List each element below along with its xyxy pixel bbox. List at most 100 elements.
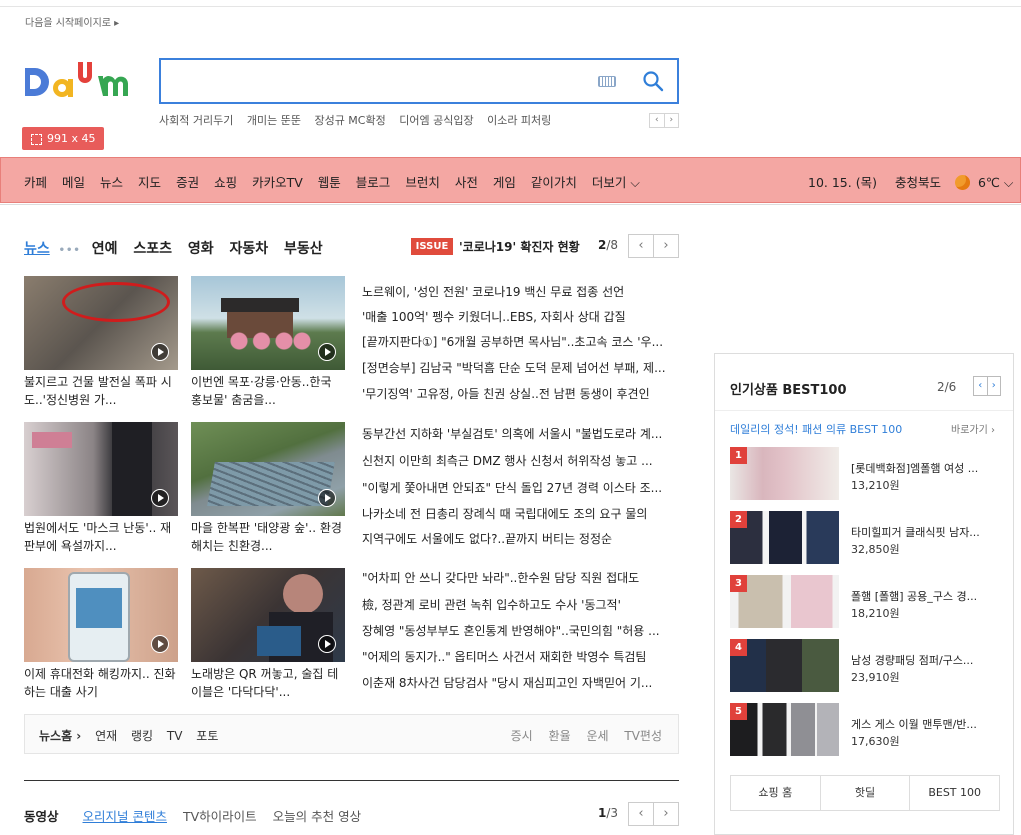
temperature-text: 6℃ ⌵ xyxy=(977,175,1014,190)
keyboard-icon[interactable] xyxy=(598,76,616,87)
nav-item-blog[interactable]: 블로그 xyxy=(356,172,391,191)
tv-link[interactable]: TV xyxy=(167,729,183,743)
best100-button[interactable]: BEST 100 xyxy=(909,776,999,810)
issue-link[interactable]: '코로나19' 확진자 현황 xyxy=(459,238,580,255)
product-image[interactable]: 3 xyxy=(730,575,839,628)
headline-link[interactable]: "어제의 동지가.." 옵티머스 사건서 재회한 박영수 특검팀 xyxy=(362,648,680,665)
rank-badge: 4 xyxy=(730,639,747,656)
keyword-item[interactable]: 개미는 뚠뚠 xyxy=(247,114,301,127)
headline-link[interactable]: 檢, 정관계 로비 관련 녹취 입수하고도 수사 '동그적' xyxy=(362,596,680,613)
start-page-link[interactable]: 다음을 시작페이지로 ▸ xyxy=(25,14,119,29)
headline-link[interactable]: "어차피 안 쓰니 갖다만 놔라"..한수원 담당 직원 접대도 xyxy=(362,569,680,586)
nav-item-shopping[interactable]: 쇼핑 xyxy=(214,172,237,191)
news-thumbnail[interactable] xyxy=(24,568,178,662)
tab-recommended-video[interactable]: 오늘의 추천 영상 xyxy=(273,809,361,824)
product-name[interactable]: [롯데백화점]엠폴햄 여성 ... xyxy=(851,460,1001,476)
nav-item-stock[interactable]: 증권 xyxy=(176,172,199,191)
tab-entertainment[interactable]: 연예 xyxy=(92,241,118,257)
region-text: 충청북도 xyxy=(894,175,941,190)
nav-item-together[interactable]: 같이가치 xyxy=(531,172,577,191)
news-caption[interactable]: 법원에서도 '마스크 난동'.. 재판부에 욕설까지... xyxy=(24,519,178,555)
tab-news[interactable]: 뉴스 xyxy=(24,241,50,257)
keyword-item[interactable]: 장성규 MC확정 xyxy=(314,114,385,127)
nav-item-map[interactable]: 지도 xyxy=(138,172,161,191)
headline-link[interactable]: 동부간선 지하화 '부실검토' 의혹에 서울시 "불법도로라 계... xyxy=(362,425,680,442)
video-prev-button[interactable]: ‹ xyxy=(629,803,653,825)
product-name[interactable]: 폴햄 [폴햄] 공용_구스 경... xyxy=(851,588,1001,604)
ranking-link[interactable]: 랭킹 xyxy=(131,729,153,743)
tab-tv-highlight[interactable]: TV하이라이트 xyxy=(183,809,257,824)
headline-link[interactable]: 장혜영 "동성부부도 혼인통계 반영해야"..국민의힘 "허용 ... xyxy=(362,622,680,639)
search-icon[interactable] xyxy=(641,69,665,93)
daum-logo[interactable] xyxy=(24,58,142,108)
news-thumbnail[interactable] xyxy=(191,422,345,516)
search-box[interactable] xyxy=(159,58,679,104)
nav-item-webtoon[interactable]: 웹툰 xyxy=(318,172,341,191)
headline-link[interactable]: "이렇게 쫓아내면 안되죠" 단식 돌입 27년 경력 이스타 조... xyxy=(362,479,680,496)
news-thumbnail[interactable] xyxy=(191,276,345,370)
nav-item-kakaotv[interactable]: 카카오TV xyxy=(252,172,303,191)
photo-link[interactable]: 포토 xyxy=(196,729,218,743)
tab-original-content[interactable]: 오리지널 콘텐츠 xyxy=(83,809,167,824)
news-prev-button[interactable]: ‹ xyxy=(629,235,653,257)
keyword-next-button[interactable]: › xyxy=(663,114,679,127)
headline-link[interactable]: [정면승부] 김남국 "박덕흠 단순 도덕 문제 넘어선 부패, 제... xyxy=(362,359,680,376)
product-image[interactable]: 4 xyxy=(730,639,839,692)
shopping-home-button[interactable]: 쇼핑 홈 xyxy=(731,776,820,810)
tab-sports[interactable]: 스포츠 xyxy=(133,241,172,257)
news-thumbnail[interactable] xyxy=(24,276,178,370)
tab-car[interactable]: 자동차 xyxy=(230,241,269,257)
exchange-link[interactable]: 환율 xyxy=(549,729,571,743)
stock-link[interactable]: 증시 xyxy=(511,729,533,743)
headline-link[interactable]: 노르웨이, '성인 전원' 코로나19 백신 무료 접종 선언 xyxy=(362,283,680,300)
nav-item-brunch[interactable]: 브런치 xyxy=(405,172,440,191)
news-caption[interactable]: 이제 휴대전화 해킹까지.. 진화하는 대출 사기 xyxy=(24,665,178,701)
best100-subtitle[interactable]: 데일리의 정석! 패션 의류 BEST 100 xyxy=(730,421,902,437)
headline-link[interactable]: 나카소네 전 日총리 장례식 때 국립대에도 조의 요구 물의 xyxy=(362,505,680,522)
best100-prev-button[interactable]: ‹ xyxy=(974,377,987,395)
nav-item-cafe[interactable]: 카페 xyxy=(24,172,47,191)
news-caption[interactable]: 노래방은 QR 꺼놓고, 술집 테이블은 '다닥다닥'... xyxy=(191,665,345,701)
weather-widget[interactable]: 10. 15. (목) 충청북도 6℃ ⌵ xyxy=(808,172,1013,191)
tab-movie[interactable]: 영화 xyxy=(188,241,214,257)
news-thumbnail[interactable] xyxy=(24,422,178,516)
best100-more-link[interactable]: 바로가기 › xyxy=(951,421,995,436)
headline-link[interactable]: 지역구에도 서울에도 없다?..끝까지 버티는 정정순 xyxy=(362,530,680,547)
play-icon xyxy=(151,635,169,653)
news-caption[interactable]: 이번엔 목포·강릉·안동..한국 홍보물' 춤굼을... xyxy=(191,373,345,409)
news-caption[interactable]: 마을 한복판 '태양광 숲'.. 환경 해치는 친환경... xyxy=(191,519,345,555)
nav-item-mail[interactable]: 메일 xyxy=(62,172,85,191)
tv-schedule-link[interactable]: TV편성 xyxy=(624,729,662,743)
tab-realestate[interactable]: 부동산 xyxy=(284,241,323,257)
hotdeal-button[interactable]: 핫딜 xyxy=(819,776,910,810)
product-image[interactable]: 2 xyxy=(730,511,839,564)
series-link[interactable]: 연재 xyxy=(95,729,117,743)
search-input[interactable] xyxy=(169,68,589,94)
headline-link[interactable]: '무기징역' 고유정, 아들 친권 상실..전 남편 동생이 후견인 xyxy=(362,385,680,402)
fortune-link[interactable]: 운세 xyxy=(586,729,608,743)
headline-link[interactable]: 신천지 이만희 최측근 DMZ 행사 신청서 허위작성 놓고 ... xyxy=(362,452,680,469)
news-next-button[interactable]: › xyxy=(653,235,678,257)
news-home-link[interactable]: 뉴스홈 › xyxy=(39,729,81,743)
product-name[interactable]: 남성 경량패딩 점퍼/구스... xyxy=(851,652,1001,668)
headline-link[interactable]: [끝까지판다①] "6개월 공부하면 목사님"..초고속 코스 '우... xyxy=(362,333,680,350)
nav-item-game[interactable]: 게임 xyxy=(493,172,516,191)
keyword-item[interactable]: 사회적 거리두기 xyxy=(159,114,233,127)
headline-link[interactable]: '매출 100억' 펭수 키웠더니..EBS, 자회사 상대 갑질 xyxy=(362,308,680,325)
product-name[interactable]: 게스 게스 이월 맨투맨/반... xyxy=(851,716,1001,732)
nav-item-more[interactable]: 더보기 ⌵ xyxy=(592,172,640,191)
nav-item-news[interactable]: 뉴스 xyxy=(100,172,123,191)
product-name[interactable]: 타미힐피거 클래식핏 남자... xyxy=(851,524,1001,540)
video-next-button[interactable]: › xyxy=(653,803,678,825)
best100-next-button[interactable]: › xyxy=(986,377,1001,395)
play-icon xyxy=(318,343,336,361)
news-caption[interactable]: 불지르고 건물 발전실 폭파 시도..'정신병원 가... xyxy=(24,373,178,409)
nav-item-dictionary[interactable]: 사전 xyxy=(455,172,478,191)
keyword-item[interactable]: 이소라 피처링 xyxy=(487,114,551,127)
keyword-prev-button[interactable]: ‹ xyxy=(650,114,664,127)
product-image[interactable]: 5 xyxy=(730,703,839,756)
keyword-item[interactable]: 디어엠 공식입장 xyxy=(399,114,473,127)
product-image[interactable]: 1 xyxy=(730,447,839,500)
headline-link[interactable]: 이춘재 8차사건 담당검사 "당시 재심피고인 자백믿어 기... xyxy=(362,674,680,691)
news-thumbnail[interactable] xyxy=(191,568,345,662)
